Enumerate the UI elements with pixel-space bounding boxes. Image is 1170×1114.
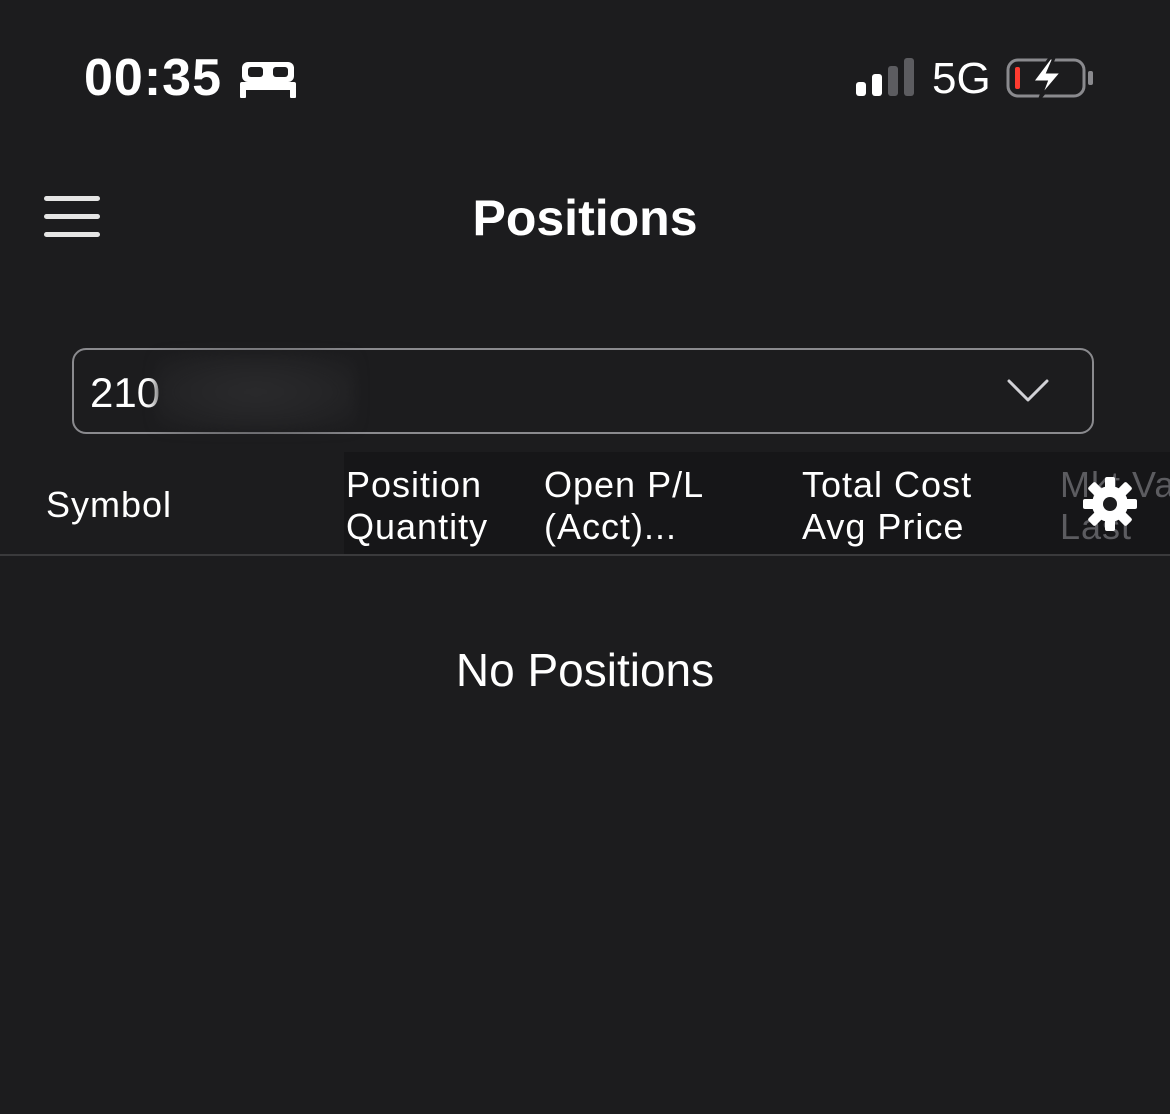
status-time: 00:35 (84, 49, 222, 107)
column-header-position-quantity[interactable]: Position Quantity (346, 464, 488, 548)
battery-charging-icon (1006, 56, 1093, 99)
page-title: Positions (472, 190, 698, 246)
column-header-total-cost[interactable]: Total Cost Avg Price (802, 464, 972, 548)
column-header-open-pl[interactable]: Open P/L (Acct)... (544, 464, 704, 548)
chevron-down-icon (1007, 379, 1049, 402)
network-type: 5G (932, 54, 991, 103)
positions-table-header: Symbol Position Quantity Open P/L (Acct)… (0, 452, 1170, 556)
account-selector[interactable]: 210 (72, 348, 1094, 434)
gear-icon[interactable] (1082, 476, 1138, 532)
signal-icon (856, 58, 914, 96)
positions-screen: 00:35 5G Positions 210 Symbol Position Q… (0, 0, 1170, 1114)
column-header-symbol[interactable]: Symbol (46, 484, 172, 526)
account-number: 210 (90, 369, 161, 416)
bed-icon (240, 62, 296, 98)
redacted-account-digits (156, 354, 356, 430)
empty-state-message: No Positions (455, 644, 715, 696)
